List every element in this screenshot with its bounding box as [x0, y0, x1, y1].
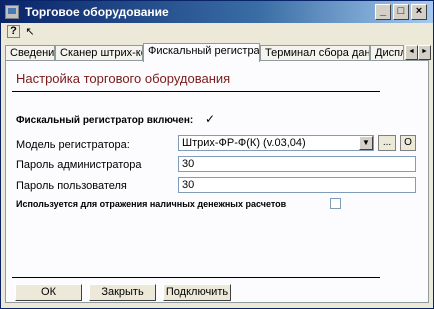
title-bar[interactable]: Торговое оборудование _ □ ×: [1, 1, 433, 23]
heading-divider: [12, 91, 380, 92]
tab-fiscal-registrar[interactable]: Фискальный регистратор: [143, 43, 260, 62]
window-title: Торговое оборудование: [25, 5, 169, 19]
maximize-button[interactable]: □: [393, 4, 409, 20]
user-password-field[interactable]: 30: [178, 177, 416, 193]
help-icon[interactable]: ?: [7, 25, 20, 38]
tab-barcode-scanner[interactable]: Сканер штрих-кода: [55, 45, 143, 61]
model-select[interactable]: Штрих-ФР-Ф(К) (v.03,04): [178, 135, 374, 151]
model-label: Модель регистратора:: [16, 139, 130, 151]
connect-button[interactable]: Подключить: [163, 284, 231, 301]
chevron-down-icon[interactable]: ▼: [359, 136, 373, 150]
admin-password-field[interactable]: 30: [178, 156, 416, 172]
tab-scroll-right-icon[interactable]: ►: [418, 45, 431, 60]
fiscal-enabled-label: Фискальный регистратор включен:: [16, 115, 194, 126]
cash-payments-label: Используется для отражения наличных дене…: [16, 199, 287, 209]
cash-payments-checkbox[interactable]: [330, 198, 341, 209]
tab-scroll-left-icon[interactable]: ◄: [405, 45, 418, 60]
footer-divider: [12, 277, 380, 278]
app-icon: [5, 5, 19, 19]
minimize-button[interactable]: _: [375, 4, 391, 20]
clear-button[interactable]: О: [400, 135, 416, 151]
fiscal-enabled-checkbox[interactable]: ✓: [204, 113, 215, 125]
page-title: Настройка торгового оборудования: [16, 71, 231, 86]
close-button[interactable]: ×: [411, 4, 427, 20]
main-window: Торговое оборудование _ □ × ? ↖ Сведения…: [0, 0, 434, 309]
tab-info[interactable]: Сведения: [5, 45, 55, 61]
close-dialog-button[interactable]: Закрыть: [89, 284, 156, 301]
pointer-help-icon[interactable]: ↖: [23, 25, 37, 39]
ok-button[interactable]: ОК: [15, 284, 82, 301]
tab-data-terminal[interactable]: Терминал сбора данных: [260, 45, 370, 61]
settings-panel: Настройка торгового оборудования Фискаль…: [5, 60, 429, 303]
toolbar: ? ↖: [1, 23, 433, 41]
user-password-label: Пароль пользователя: [16, 180, 127, 192]
tab-strip: Сведения Сканер штрих-кода Фискальный ре…: [1, 43, 433, 62]
browse-button[interactable]: ...: [378, 135, 396, 151]
tab-display[interactable]: Диспле: [370, 45, 404, 61]
admin-password-label: Пароль администратора: [16, 159, 142, 171]
